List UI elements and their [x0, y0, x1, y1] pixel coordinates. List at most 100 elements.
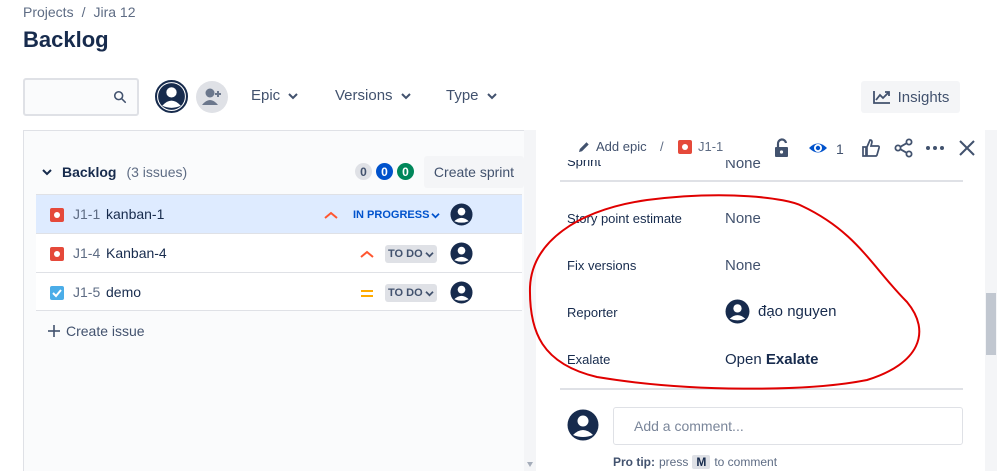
- issue-key[interactable]: J1-1: [73, 206, 100, 222]
- create-issue-button[interactable]: Create issue: [48, 323, 145, 339]
- exalate-field[interactable]: Open Exalate: [725, 351, 818, 368]
- insights-button[interactable]: Insights: [861, 81, 960, 113]
- backlog-issue-count: (3 issues): [126, 164, 188, 180]
- scroll-down-arrow-icon[interactable]: [527, 462, 533, 467]
- issue-key[interactable]: J1-5: [73, 284, 100, 300]
- bug-icon: [50, 208, 64, 222]
- chevron-down-icon: [431, 212, 441, 218]
- breadcrumb-separator: /: [81, 4, 86, 20]
- priority-high-icon: [324, 211, 338, 219]
- table-row[interactable]: J1-1 kanban-1 IN PROGRESS: [36, 194, 522, 233]
- search-box[interactable]: [23, 78, 139, 116]
- bug-icon: [678, 139, 692, 154]
- more-actions-icon[interactable]: [925, 138, 945, 158]
- epic-filter-dropdown[interactable]: Epic: [251, 87, 298, 104]
- issue-summary: demo: [106, 283, 142, 300]
- pro-tip-text-after: to comment: [714, 455, 778, 469]
- lock-icon[interactable]: [772, 138, 792, 158]
- priority-high-icon: [360, 250, 374, 258]
- add-people-button[interactable]: [196, 81, 228, 113]
- pro-tip-text-before: press: [659, 455, 689, 469]
- page-title: Backlog: [23, 27, 109, 52]
- status-dropdown[interactable]: TO DO: [385, 284, 437, 302]
- create-issue-label: Create issue: [66, 323, 145, 339]
- field-value-sprint[interactable]: None: [725, 160, 761, 172]
- divider: [560, 388, 963, 390]
- add-epic-label: Add epic: [596, 139, 647, 154]
- add-user-icon: [202, 88, 221, 105]
- type-filter-label: Type: [446, 87, 479, 104]
- epic-filter-label: Epic: [251, 87, 281, 104]
- reporter-field[interactable]: đạo nguyen: [725, 299, 836, 324]
- backlog-header[interactable]: Backlog (3 issues): [42, 164, 187, 180]
- trend-chart-icon: [872, 91, 890, 104]
- insights-label: Insights: [897, 88, 950, 106]
- thumbs-up-icon[interactable]: [861, 138, 881, 158]
- status-dropdown[interactable]: TO DO: [385, 245, 437, 263]
- versions-filter-dropdown[interactable]: Versions: [335, 87, 411, 104]
- chevron-down-icon: [400, 92, 411, 99]
- type-filter-dropdown[interactable]: Type: [446, 87, 497, 104]
- issue-summary: Kanban-4: [106, 245, 167, 261]
- detail-scrollbar-thumb[interactable]: [986, 293, 996, 355]
- field-label-sprint: Sprint: [567, 160, 601, 169]
- breadcrumb: Projects / Jira 12: [23, 4, 136, 20]
- done-count-badge: 0: [397, 163, 414, 180]
- chevron-down-icon: [288, 92, 298, 99]
- comment-input[interactable]: [614, 408, 944, 444]
- backlog-title: Backlog: [62, 164, 117, 180]
- create-sprint-button[interactable]: Create sprint: [424, 156, 524, 188]
- chevron-down-icon: [425, 290, 434, 296]
- backlog-scrollbar[interactable]: [524, 130, 536, 471]
- task-checkbox-icon: [50, 286, 64, 300]
- issue-key: J1-1: [698, 139, 724, 154]
- table-row[interactable]: J1-4 Kanban-4 TO DO: [36, 233, 522, 272]
- reporter-name: đạo nguyen: [758, 303, 837, 320]
- close-icon[interactable]: [957, 138, 977, 158]
- field-value-story-points[interactable]: None: [725, 210, 761, 227]
- table-row[interactable]: J1-5 demo TO DO: [36, 272, 522, 311]
- user-avatar-filter[interactable]: [155, 80, 188, 113]
- field-label-reporter: Reporter: [567, 305, 618, 320]
- reporter-avatar: [725, 299, 750, 324]
- priority-medium-icon: [361, 290, 373, 297]
- assignee-avatar[interactable]: [450, 281, 473, 304]
- breadcrumb-separator: /: [660, 139, 664, 154]
- add-epic-button[interactable]: Add epic: [578, 139, 647, 154]
- field-label-exalate: Exalate: [567, 352, 611, 367]
- issue-key-link[interactable]: J1-1: [678, 139, 723, 154]
- issue-key[interactable]: J1-4: [73, 245, 100, 261]
- search-icon: [113, 90, 127, 104]
- status-label: IN PROGRESS: [353, 209, 430, 221]
- chevron-down-icon: [425, 251, 434, 257]
- versions-filter-label: Versions: [335, 87, 393, 104]
- share-icon[interactable]: [894, 138, 914, 158]
- field-label-story-points: Story point estimate: [567, 211, 682, 226]
- field-value-fix-versions[interactable]: None: [725, 257, 761, 274]
- bug-icon: [50, 247, 64, 261]
- watch-eye-icon[interactable]: [808, 138, 828, 158]
- issue-summary: kanban-1: [106, 206, 165, 222]
- breadcrumb-projects-link[interactable]: Projects: [23, 4, 74, 20]
- breadcrumb-project-link[interactable]: Jira 12: [93, 4, 135, 20]
- field-label-fix-versions: Fix versions: [567, 258, 637, 273]
- chevron-down-icon[interactable]: [42, 168, 52, 176]
- chevron-down-icon: [486, 92, 497, 99]
- current-user-avatar: [567, 409, 599, 441]
- divider: [560, 180, 963, 182]
- todo-count-badge: 0: [355, 163, 372, 180]
- comment-box[interactable]: [613, 407, 963, 445]
- status-dropdown[interactable]: IN PROGRESS: [350, 206, 443, 224]
- assignee-avatar[interactable]: [450, 242, 473, 265]
- search-input[interactable]: [25, 80, 109, 114]
- status-label: TO DO: [388, 248, 423, 260]
- plus-icon: [48, 325, 60, 337]
- pro-tip-label: Pro tip:: [613, 455, 655, 469]
- assignee-avatar[interactable]: [450, 203, 473, 226]
- pencil-icon: [579, 141, 589, 152]
- status-label: TO DO: [388, 287, 423, 299]
- exalate-prefix: Open: [725, 351, 762, 368]
- keyboard-shortcut-key: M: [692, 455, 711, 469]
- exalate-link[interactable]: Exalate: [766, 351, 819, 368]
- watch-count: 1: [836, 141, 844, 157]
